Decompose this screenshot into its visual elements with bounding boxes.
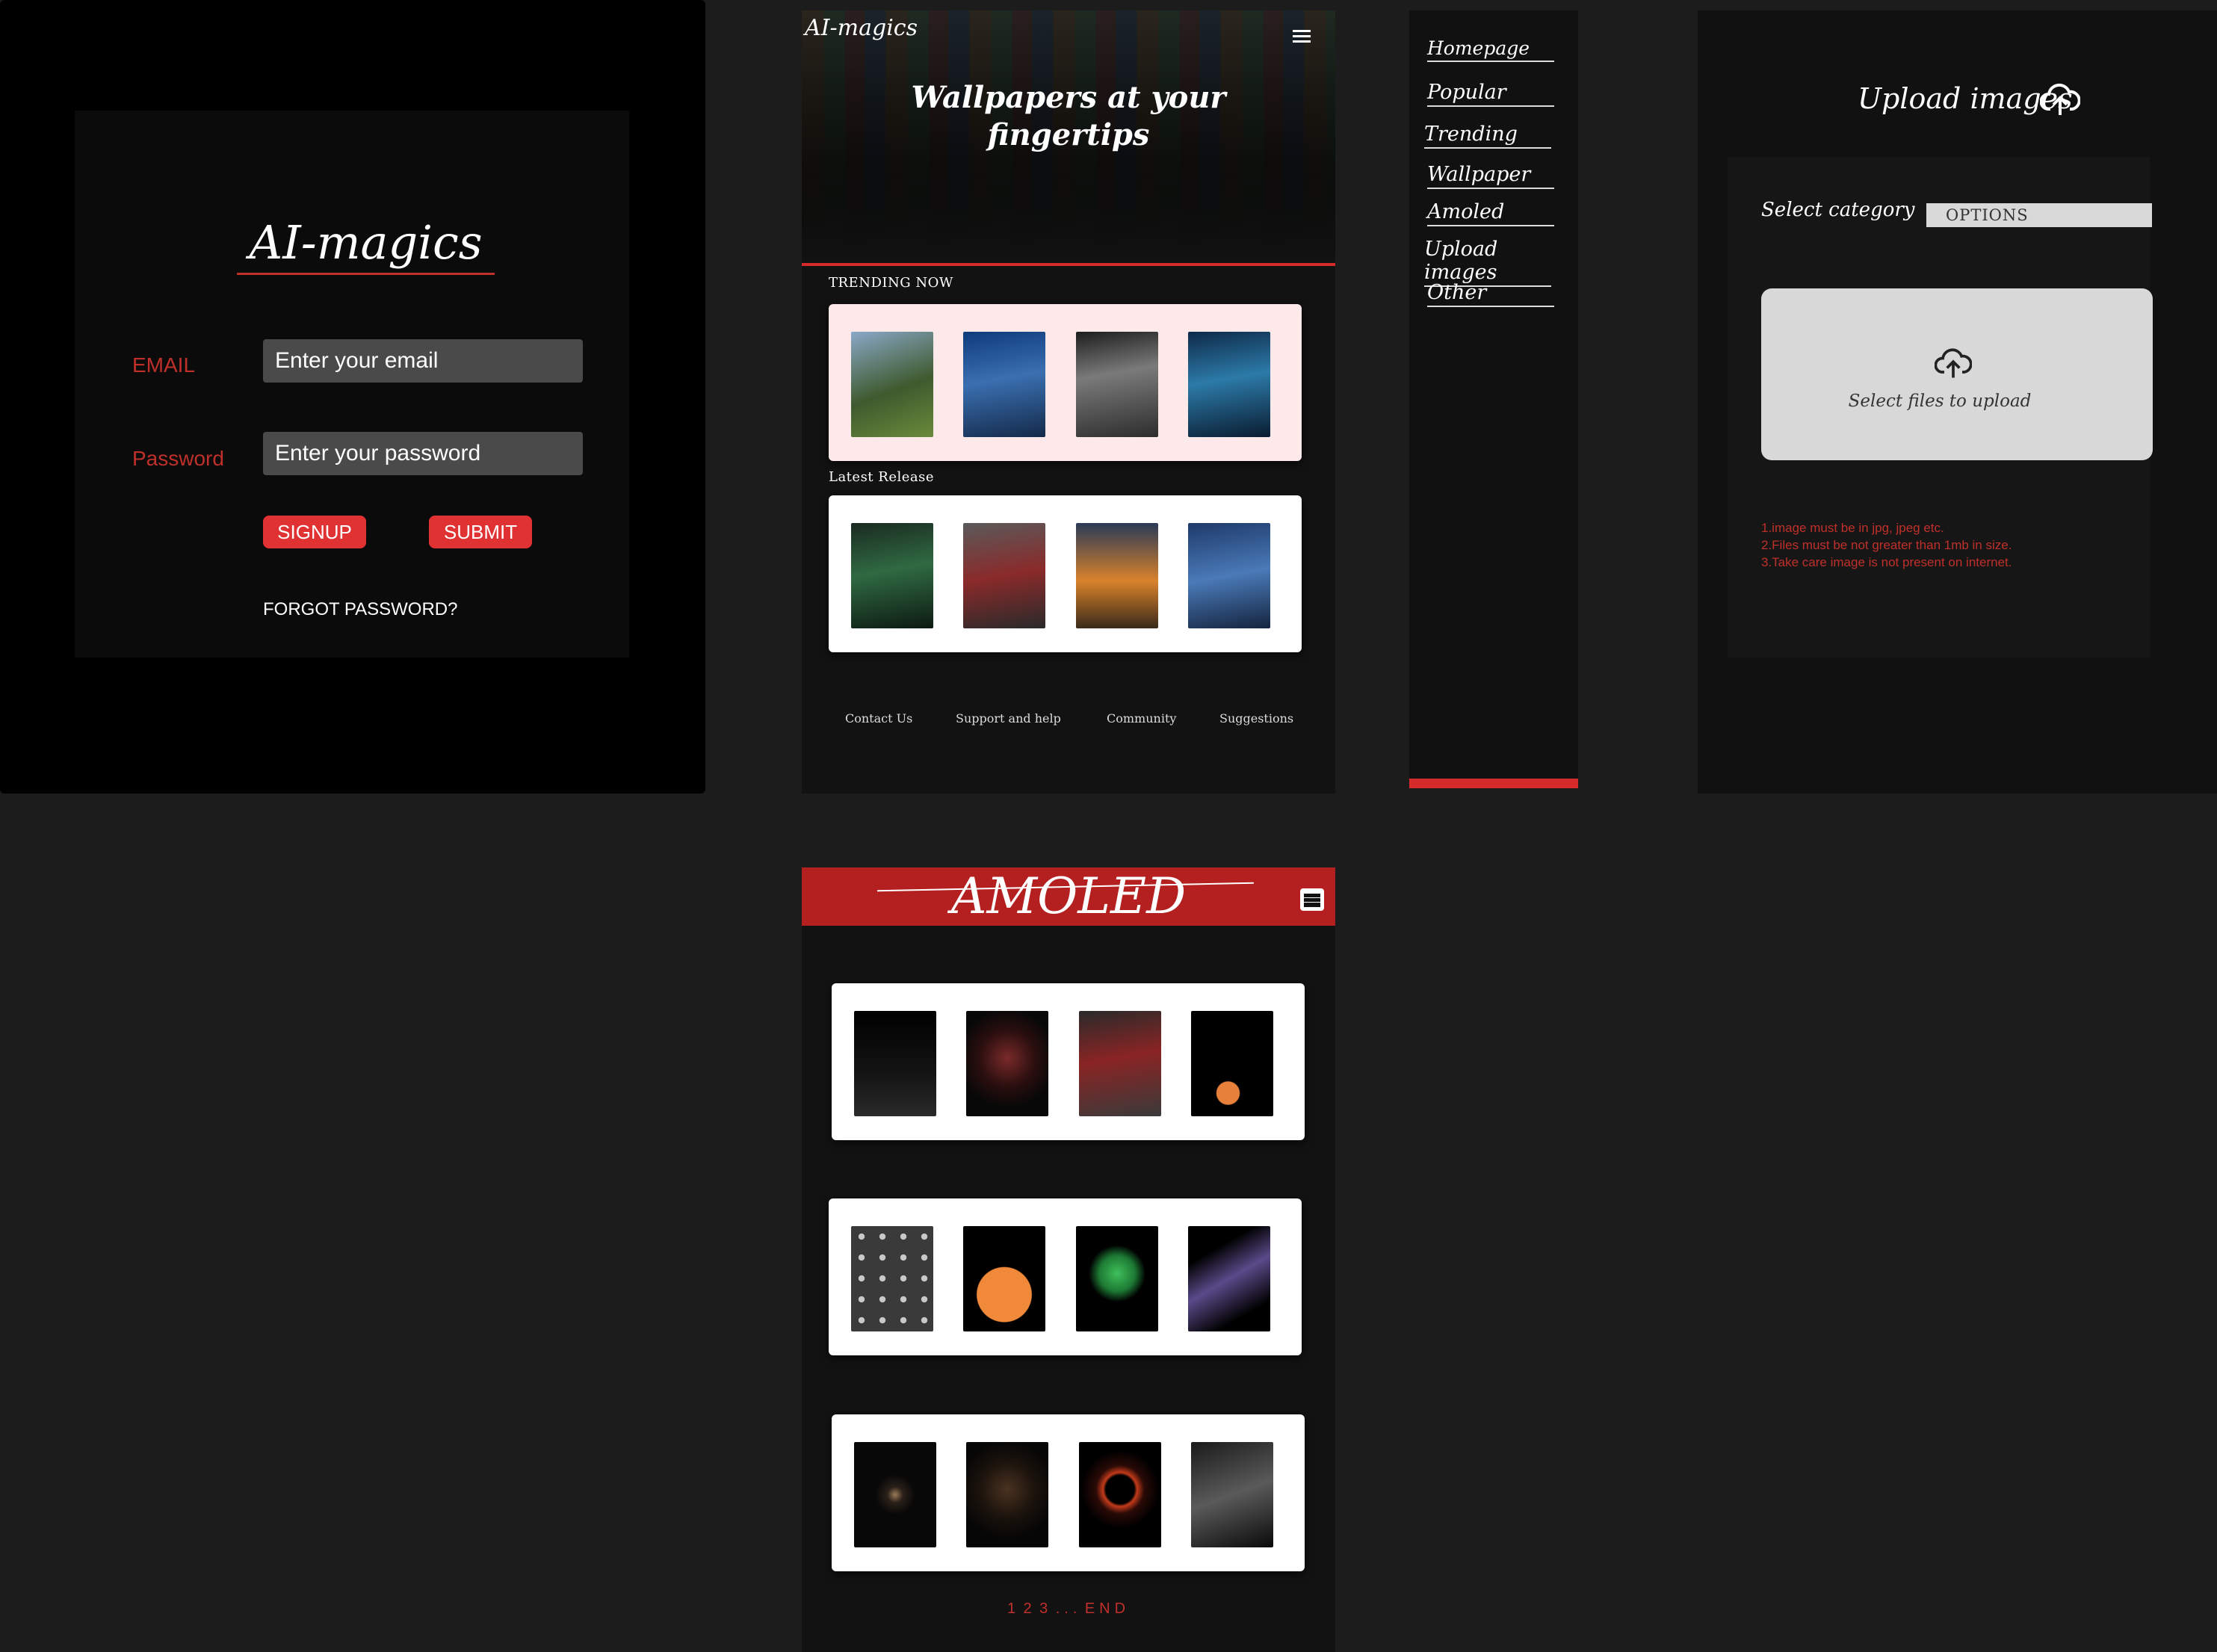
upload-rules: 1.image must be in jpg, jpeg etc. 2.File… [1761,519,2012,571]
sidebar-accent-bar [1409,779,1578,788]
trending-thumb-cyber[interactable] [1188,332,1270,437]
amoled-screen: AMOLED 1 2 3 ... END [802,867,1335,1652]
trending-thumb-witcher[interactable] [1076,332,1158,437]
amoled-header: AMOLED [802,867,1335,926]
trending-thumb-tank[interactable] [851,332,933,437]
latest-thumb-pirate[interactable] [963,523,1045,628]
amoled-thumb-sunset[interactable] [963,1226,1045,1331]
file-dropzone[interactable]: Select files to upload [1761,288,2153,460]
email-field[interactable] [263,339,583,383]
latest-card [829,495,1302,652]
email-label: EMAIL [132,353,196,377]
amoled-thumb-xwing[interactable] [854,1442,936,1547]
menu-icon[interactable] [1293,28,1312,49]
amoled-thumb-road[interactable] [854,1011,936,1116]
password-label: Password [132,447,224,470]
amoled-row-3 [832,1414,1305,1571]
amoled-thumb-orange-sun[interactable] [1191,1011,1273,1116]
amoled-thumb-robot-bike[interactable] [1079,1011,1161,1116]
amoled-thumb-eclipse[interactable] [1079,1442,1161,1547]
amoled-thumb-green-skull[interactable] [1076,1226,1158,1331]
signup-button[interactable]: SIGNUP [263,516,366,548]
login-logo: AI-magics [237,215,495,275]
latest-thumb-sunset[interactable] [1076,523,1158,628]
upload-rule-1: 1.image must be in jpg, jpeg etc. [1761,521,1944,535]
sidebar-item-homepage[interactable]: Homepage [1427,37,1554,62]
upload-rule-2: 2.Files must be not greater than 1mb in … [1761,538,2012,552]
category-label: Select category [1761,199,1915,221]
sidebar-item-trending[interactable]: Trending [1424,123,1551,149]
amoled-thumb-purple-smoke[interactable] [1188,1226,1270,1331]
latest-title: Latest Release [829,469,934,485]
hero-title-line1: Wallpapers at your [911,80,1226,115]
amoled-thumb-red-ring[interactable] [966,1011,1048,1116]
amoled-title: AMOLED [950,867,1187,925]
sidebar-item-popular[interactable]: Popular [1427,81,1554,107]
hero-title-line2: fingertips [987,117,1150,152]
amoled-menu-icon[interactable] [1300,888,1324,911]
hero-banner: AI-magics Wallpapers at your fingertips [802,10,1335,263]
category-select[interactable]: OPTIONS [1926,203,2152,227]
password-field[interactable] [263,432,583,475]
sidebar-menu: Homepage Popular Trending Wallpaper Amol… [1409,10,1578,788]
amoled-row-2 [829,1198,1302,1355]
home-screen: AI-magics Wallpapers at your fingertips … [802,10,1335,793]
page-3-link[interactable]: 3 [1039,1600,1052,1617]
amoled-thumb-dog[interactable] [966,1442,1048,1547]
trending-card [829,304,1302,461]
latest-thumb-ninja[interactable] [1188,523,1270,628]
sidebar-item-other[interactable]: Other [1427,281,1554,307]
page-end-link[interactable]: END [1085,1600,1130,1617]
footer-community-link[interactable]: Community [1107,711,1176,726]
sidebar-item-wallpaper[interactable]: Wallpaper [1427,163,1554,189]
hero-title: Wallpapers at your fingertips [802,79,1335,154]
upload-rule-3: 3.Take care image is not present on inte… [1761,555,2012,569]
sidebar-item-amoled[interactable]: Amoled [1427,200,1554,226]
login-card: AI-magics EMAIL Password SIGNUP SUBMIT F… [75,111,629,658]
pagination: 1 2 3 ... END [802,1600,1335,1618]
login-screen: AI-magics EMAIL Password SIGNUP SUBMIT F… [0,0,705,793]
amoled-thumb-assassin[interactable] [1191,1442,1273,1547]
upload-panel: Select category OPTIONS Select files to … [1728,157,2153,658]
trending-thumb-warrior[interactable] [963,332,1045,437]
hero-divider [802,263,1335,266]
forgot-password-link[interactable]: FORGOT PASSWORD? [263,599,457,620]
latest-thumb-hooded[interactable] [851,523,933,628]
submit-button[interactable]: SUBMIT [429,516,532,548]
amoled-row-1 [832,983,1305,1140]
amoled-thumb-circles[interactable] [851,1226,933,1331]
footer-support-link[interactable]: Support and help [956,711,1061,726]
page-2-link[interactable]: 2 [1024,1600,1036,1617]
trending-title: TRENDING NOW [829,275,953,291]
home-logo[interactable]: AI-magics [805,15,918,41]
upload-screen: Upload images Select category OPTIONS Se… [1698,10,2217,793]
dropzone-label: Select files to upload [1848,392,2032,411]
sidebar-item-upload[interactable]: Upload images [1424,238,1551,287]
upload-cloud-icon [2039,82,2081,120]
footer-contact-link[interactable]: Contact Us [845,711,912,726]
dropzone-upload-icon [1934,347,1973,383]
page-1-link[interactable]: 1 [1007,1600,1020,1617]
page-ellipsis: ... [1055,1600,1082,1617]
footer-suggestions-link[interactable]: Suggestions [1219,711,1293,726]
